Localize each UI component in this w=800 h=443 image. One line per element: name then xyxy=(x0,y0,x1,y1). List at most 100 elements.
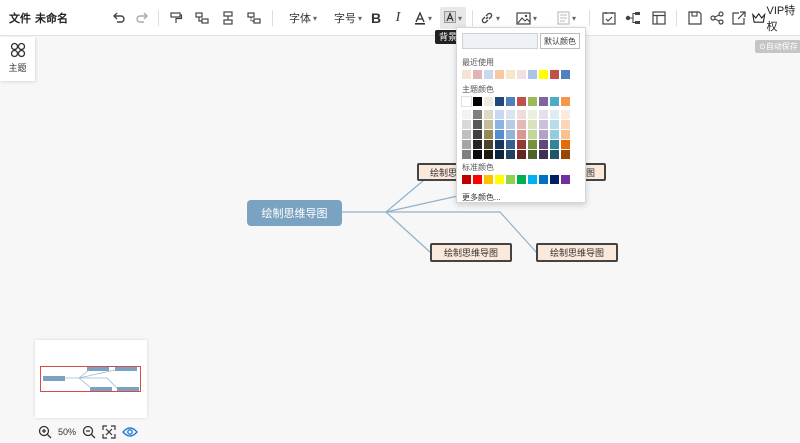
color-swatch[interactable] xyxy=(473,150,482,159)
color-swatch[interactable] xyxy=(517,175,526,184)
color-swatch[interactable] xyxy=(528,130,537,139)
fit-screen-icon[interactable] xyxy=(102,425,116,439)
color-swatch[interactable] xyxy=(484,70,493,79)
color-swatch[interactable] xyxy=(561,120,570,129)
more-colors-link[interactable]: 更多颜色... xyxy=(462,192,501,203)
color-swatch[interactable] xyxy=(517,110,526,119)
color-swatch[interactable] xyxy=(528,110,537,119)
color-swatch[interactable] xyxy=(462,110,471,119)
color-swatch[interactable] xyxy=(506,150,515,159)
color-swatch[interactable] xyxy=(550,70,559,79)
subtopic-node[interactable]: 绘制思维导图 xyxy=(430,243,512,262)
color-swatch[interactable] xyxy=(506,175,515,184)
theme-color-column xyxy=(561,97,570,159)
recent-colors-label: 最近使用 xyxy=(462,58,494,67)
theme-color-column xyxy=(528,97,537,159)
color-swatch[interactable] xyxy=(484,130,493,139)
color-swatch[interactable] xyxy=(506,120,515,129)
zoom-in-icon[interactable] xyxy=(38,425,52,439)
color-swatch[interactable] xyxy=(561,70,570,79)
default-color-button[interactable]: 默认颜色 xyxy=(540,33,580,49)
color-swatch[interactable] xyxy=(495,175,504,184)
color-swatch[interactable] xyxy=(561,110,570,119)
color-swatch[interactable] xyxy=(462,120,471,129)
color-swatch[interactable] xyxy=(561,140,570,149)
color-swatch[interactable] xyxy=(462,175,471,184)
color-swatch[interactable] xyxy=(462,150,471,159)
color-swatch[interactable] xyxy=(473,70,482,79)
color-swatch[interactable] xyxy=(539,130,548,139)
minimap[interactable] xyxy=(35,340,147,418)
minimap-connectors xyxy=(65,369,118,389)
color-swatch[interactable] xyxy=(528,120,537,129)
color-swatch[interactable] xyxy=(517,140,526,149)
theme-color-column xyxy=(495,97,504,159)
color-swatch[interactable] xyxy=(473,110,482,119)
color-swatch[interactable] xyxy=(495,120,504,129)
color-swatch[interactable] xyxy=(484,97,493,106)
color-swatch[interactable] xyxy=(539,150,548,159)
color-swatch[interactable] xyxy=(506,70,515,79)
zoom-out-icon[interactable] xyxy=(82,425,96,439)
color-swatch[interactable] xyxy=(550,110,559,119)
color-swatch[interactable] xyxy=(495,70,504,79)
eye-icon[interactable] xyxy=(122,426,138,438)
color-swatch[interactable] xyxy=(462,130,471,139)
color-swatch[interactable] xyxy=(495,130,504,139)
color-swatch[interactable] xyxy=(550,130,559,139)
color-swatch[interactable] xyxy=(517,150,526,159)
color-swatch[interactable] xyxy=(550,97,559,106)
color-swatch[interactable] xyxy=(473,97,482,106)
color-swatch[interactable] xyxy=(539,70,548,79)
color-swatch[interactable] xyxy=(528,70,537,79)
color-swatch[interactable] xyxy=(517,97,526,106)
color-swatch[interactable] xyxy=(539,97,548,106)
color-swatch[interactable] xyxy=(528,97,537,106)
theme-color-column xyxy=(506,97,515,159)
color-swatch[interactable] xyxy=(473,140,482,149)
color-swatch[interactable] xyxy=(561,175,570,184)
color-swatch[interactable] xyxy=(528,175,537,184)
color-swatch[interactable] xyxy=(495,140,504,149)
color-swatch[interactable] xyxy=(550,120,559,129)
color-swatch[interactable] xyxy=(506,97,515,106)
color-swatch[interactable] xyxy=(506,140,515,149)
color-swatch[interactable] xyxy=(461,96,472,107)
subtopic-node[interactable]: 绘制思维导图 xyxy=(536,243,618,262)
color-swatch[interactable] xyxy=(561,150,570,159)
color-swatch[interactable] xyxy=(561,97,570,106)
color-swatch[interactable] xyxy=(473,120,482,129)
theme-color-column xyxy=(539,97,548,159)
color-swatch[interactable] xyxy=(550,150,559,159)
color-swatch[interactable] xyxy=(528,140,537,149)
color-swatch[interactable] xyxy=(539,140,548,149)
color-swatch[interactable] xyxy=(561,130,570,139)
color-swatch[interactable] xyxy=(550,140,559,149)
color-swatch[interactable] xyxy=(506,130,515,139)
color-swatch[interactable] xyxy=(539,175,548,184)
color-swatch[interactable] xyxy=(462,70,471,79)
color-swatch[interactable] xyxy=(550,175,559,184)
theme-color-column xyxy=(517,97,526,159)
color-swatch[interactable] xyxy=(473,130,482,139)
root-topic-node[interactable]: 绘制思维导图 xyxy=(247,200,342,226)
color-swatch[interactable] xyxy=(484,120,493,129)
color-swatch[interactable] xyxy=(473,175,482,184)
color-swatch[interactable] xyxy=(517,70,526,79)
color-swatch[interactable] xyxy=(484,150,493,159)
color-swatch[interactable] xyxy=(517,130,526,139)
theme-color-column xyxy=(484,97,493,159)
color-swatch[interactable] xyxy=(484,175,493,184)
color-swatch[interactable] xyxy=(484,110,493,119)
color-swatch[interactable] xyxy=(484,140,493,149)
color-swatch[interactable] xyxy=(517,120,526,129)
color-swatch[interactable] xyxy=(528,150,537,159)
theme-colors-label: 主题颜色 xyxy=(462,85,494,94)
color-swatch[interactable] xyxy=(495,110,504,119)
color-swatch[interactable] xyxy=(539,110,548,119)
color-swatch[interactable] xyxy=(495,97,504,106)
color-swatch[interactable] xyxy=(495,150,504,159)
color-swatch[interactable] xyxy=(539,120,548,129)
color-swatch[interactable] xyxy=(462,140,471,149)
color-swatch[interactable] xyxy=(506,110,515,119)
